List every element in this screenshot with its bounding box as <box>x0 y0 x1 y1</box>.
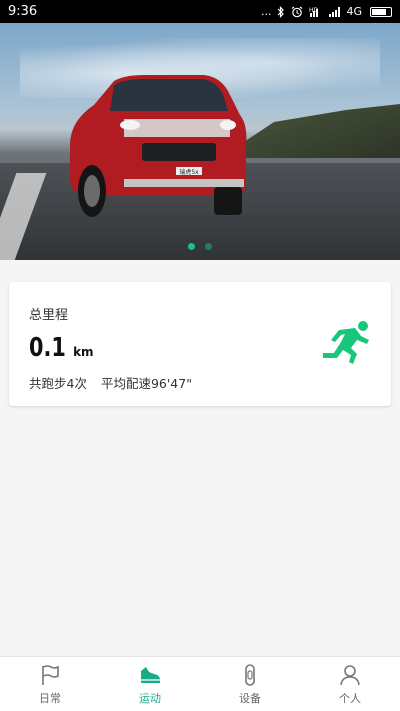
status-bar: 9:36 ... HD 4G <box>0 0 400 23</box>
distance-unit: km <box>73 345 94 359</box>
run-stats: 共跑步4次 平均配速96'47" <box>29 373 371 392</box>
tab-label: 设备 <box>239 691 261 705</box>
notification-dots: ... <box>260 5 272 18</box>
carousel-dot[interactable] <box>188 243 195 250</box>
person-icon <box>340 664 360 685</box>
signal-icon <box>329 6 341 17</box>
flag-icon <box>42 664 59 685</box>
shoe-icon <box>141 666 160 683</box>
bluetooth-icon <box>278 5 285 18</box>
car-image: 瑞虎5x <box>70 75 247 217</box>
tab-label: 日常 <box>39 691 61 705</box>
tab-label: 个人 <box>339 691 361 705</box>
car-plate: 瑞虎5x <box>179 168 199 176</box>
average-pace: 平均配速96'47" <box>100 376 192 391</box>
carousel-dot[interactable] <box>205 243 212 250</box>
tab-device[interactable]: 设备 <box>200 657 300 711</box>
total-distance-card[interactable]: 总里程 0.1 km 共跑步4次 平均配速96'47" <box>9 282 391 406</box>
distance-value: 0.1 <box>29 333 66 363</box>
tab-daily[interactable]: 日常 <box>0 657 100 711</box>
battery-icon <box>370 6 392 17</box>
promo-banner[interactable]: 瑞虎5x <box>0 23 400 260</box>
tab-profile[interactable]: 个人 <box>300 657 400 711</box>
runner-icon <box>323 321 369 364</box>
status-icons: ... HD 4G <box>261 5 392 18</box>
alarm-icon <box>292 6 303 17</box>
run-count: 共跑步4次 <box>29 376 87 391</box>
network-type: 4G <box>346 5 362 18</box>
hd-icon: HD <box>309 7 319 17</box>
bottom-tab-bar: 日常 运动 设备 个人 <box>0 656 400 711</box>
status-time: 9:36 <box>8 4 38 19</box>
band-icon <box>245 663 255 686</box>
tab-label: 运动 <box>139 691 161 705</box>
carousel-indicators <box>0 243 400 250</box>
tab-sport[interactable]: 运动 <box>100 657 200 711</box>
